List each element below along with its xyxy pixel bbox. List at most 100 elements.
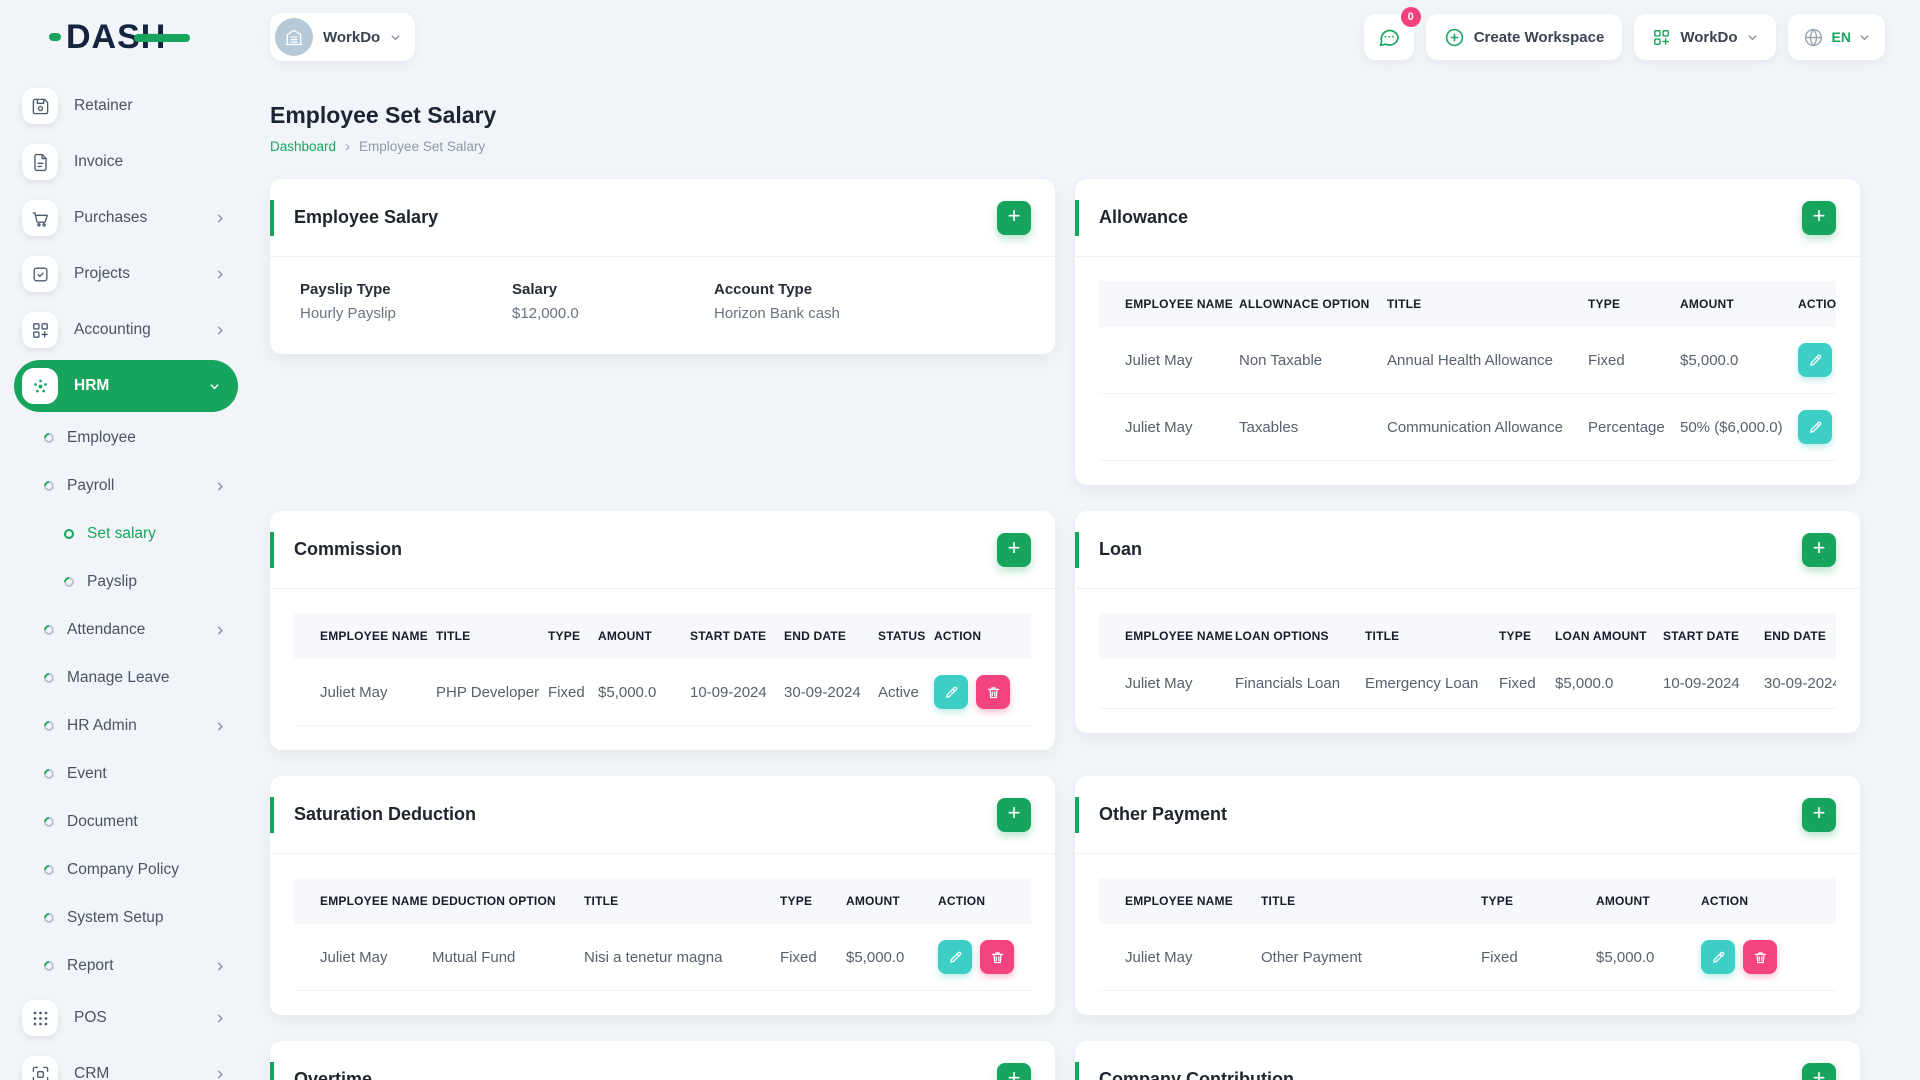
sidebar-item-retainer[interactable]: Retainer [0,78,250,134]
sidebar-item-payroll[interactable]: Payroll [0,462,250,510]
field-value: $12,000.0 [512,305,579,322]
projects-icon [22,256,58,292]
create-workspace-button[interactable]: Create Workspace [1425,14,1623,60]
card-accent-bar [1075,200,1079,236]
messages-button[interactable]: 0 [1363,7,1421,60]
column-header: EMPLOYEE NAME [1099,281,1233,327]
action-cell [1689,924,1836,991]
card-company-contribution: Company Contribution [1075,1041,1860,1080]
table-cell: Annual Health Allowance [1375,327,1576,394]
sidebar-item-accounting[interactable]: Accounting [0,302,250,358]
table-cell: $5,000.0 [1668,327,1786,394]
add-allowance-button[interactable] [1802,200,1836,235]
sidebar-item-label: Attendance [67,621,146,638]
bullet-icon [41,814,57,830]
edit-employee-salary-button[interactable] [997,200,1031,235]
sidebar-item-hrm[interactable]: HRM [14,360,238,412]
add-company-contribution-button[interactable] [1802,1062,1836,1080]
card-title: Loan [1099,539,1142,559]
sidebar-item-label: Event [67,765,107,782]
add-commission-button[interactable] [997,532,1031,567]
column-header: LOAN AMOUNT [1543,613,1651,659]
add-loan-button[interactable] [1802,532,1836,567]
sidebar-item-company-policy[interactable]: Company Policy [0,846,250,894]
sidebar: DASH Retainer Invoice Purchases Projects Acc… [0,0,250,1080]
column-header: EMPLOYEE NAME [1099,613,1233,659]
bullet-icon [41,958,57,974]
sidebar-item-projects[interactable]: Projects [0,246,250,302]
employee-salary-details: Payslip Type Hourly Payslip Salary $12,0… [270,257,1055,354]
edit-button[interactable] [1798,410,1832,444]
add-overtime-button[interactable] [997,1062,1031,1080]
sidebar-item-pos[interactable]: POS [0,990,250,1046]
edit-button[interactable] [938,940,972,974]
add-saturation-deduction-button[interactable] [997,797,1031,832]
field-label: Payslip Type [300,281,391,298]
column-header: ACTION [926,878,1031,924]
card-header: Company Contribution [1075,1041,1860,1080]
grid-plus-icon [1652,28,1671,47]
sidebar-item-set-salary[interactable]: Set salary [0,510,250,558]
sidebar-item-label: Retainer [74,97,133,114]
bullet-icon [41,766,57,782]
workdo-apps-button[interactable]: WorkDo [1634,14,1776,60]
table-cell: 10-09-2024 [678,659,772,726]
sidebar-item-invoice[interactable]: Invoice [0,134,250,190]
sidebar-item-label: Set salary [87,525,156,542]
bullet-icon [41,622,57,638]
edit-button[interactable] [934,675,968,709]
column-header: TYPE [536,613,586,659]
table-row: Juliet May Other Payment Fixed $5,000.0 [1099,924,1836,991]
card-other-payment: Other Payment EMPLOYEE NAMETITLETYPEAMOU… [1075,776,1860,1015]
create-workspace-label: Create Workspace [1473,28,1605,46]
language-code: EN [1831,29,1851,45]
table-row: Juliet May Taxables Communication Allowanc… [1099,393,1836,461]
card-title: Other Payment [1099,804,1228,824]
column-header: TITLE [1353,613,1487,659]
pos-icon [22,1000,58,1036]
delete-button[interactable] [976,675,1010,709]
column-header: TYPE [1576,281,1668,327]
sidebar-item-label: Accounting [74,321,151,338]
sidebar-item-purchases[interactable]: Purchases [0,190,250,246]
table-cell: Juliet May [1099,659,1223,709]
commission-table: EMPLOYEE NAME TITLE TYPE AMOUNT START DATE EN… [294,613,1031,726]
card-title: Employee Salary [294,207,439,227]
card-title: Commission [294,539,403,559]
workspace-selector[interactable]: WorkDo [270,13,416,61]
sidebar-item-system-setup[interactable]: System Setup [0,894,250,942]
bullet-icon [61,526,77,542]
table-cell: $5,000.0 [834,924,926,991]
sidebar-item-attendance[interactable]: Attendance [0,606,250,654]
sidebar-item-hr-admin[interactable]: HR Admin [0,702,250,750]
sidebar-item-document[interactable]: Document [0,798,250,846]
field-value: Hourly Payslip [300,305,396,322]
table-cell: Fixed [536,659,586,726]
breadcrumb-current: Employee Set Salary [359,139,486,154]
add-other-payment-button[interactable] [1802,797,1836,832]
sidebar-item-report[interactable]: Report [0,942,250,990]
sidebar-item-manage-leave[interactable]: Manage Leave [0,654,250,702]
brand-logo[interactable]: DASH [0,0,250,74]
sidebar-item-event[interactable]: Event [0,750,250,798]
edit-button[interactable] [1798,343,1832,377]
bullet-icon [61,574,77,590]
sidebar-item-employee[interactable]: Employee [0,414,250,462]
delete-button[interactable] [980,940,1014,974]
sidebar-item-payslip[interactable]: Payslip [0,558,250,606]
card-title: Allowance [1099,207,1189,227]
column-header: ACTION [1786,281,1836,327]
column-header: DEDUCTION OPTION [420,878,572,924]
topbar: WorkDo 0 Create Workspace WorkDo EN [250,0,1920,74]
sidebar-item-label: Projects [74,265,130,282]
delete-button[interactable] [1743,940,1777,974]
column-header: STATUS [866,613,925,659]
sidebar-item-crm[interactable]: CRM [0,1046,250,1080]
column-header: END DATE [1752,613,1836,659]
edit-button[interactable] [1701,940,1735,974]
language-selector[interactable]: EN [1787,14,1885,60]
brand-logo-text: DASH [48,17,191,56]
card-accent-bar [270,200,274,236]
breadcrumb-dashboard-link[interactable]: Dashboard [270,139,336,154]
card-header: Commission [270,511,1055,589]
